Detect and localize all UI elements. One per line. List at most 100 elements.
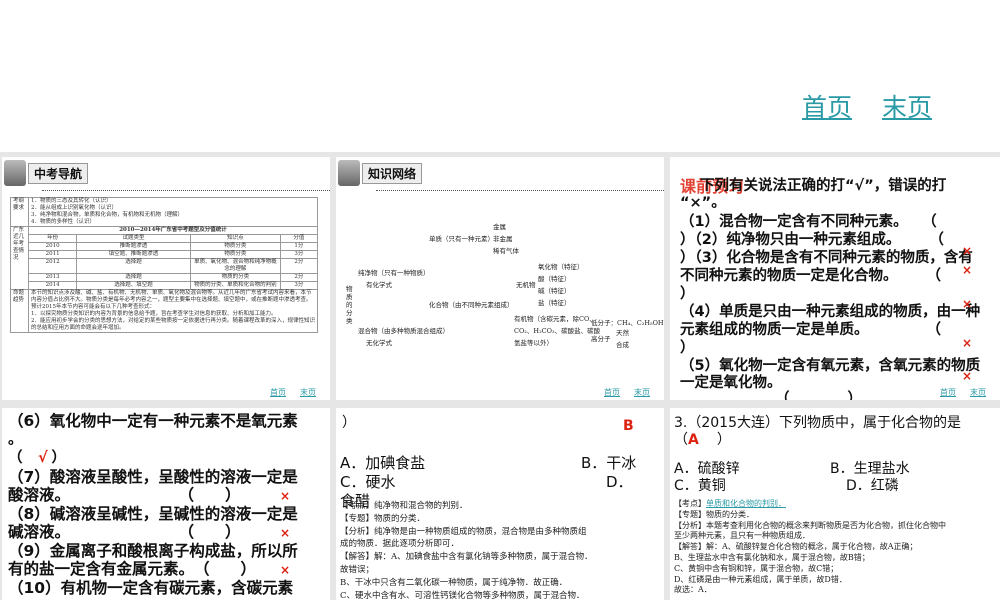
- last-page-link[interactable]: 末页: [882, 93, 932, 122]
- first-page-link[interactable]: 首页: [604, 388, 620, 397]
- cell: 2分: [280, 259, 317, 274]
- slide-question-2[interactable]: ） B A．加碘食盐 B．干冰 C．硬水 D． 食醋 【考点】纯净物和混合物的判…: [336, 408, 664, 600]
- tree-node: 单质（只有一种元素）: [429, 233, 494, 243]
- text-line: （ ）: [8, 449, 66, 468]
- first-page-link[interactable]: 首页: [940, 388, 956, 397]
- table-row: 2013选择题物质的分类2分: [11, 274, 318, 282]
- tree-node: 氢盐等以外）: [514, 337, 553, 347]
- cell: 2分: [280, 274, 317, 282]
- slide-preview-questions[interactable]: 课前预习 下列有关说法正确的打“√”，错误的打 “×”。 （1）混合物一定含有不…: [670, 157, 1000, 400]
- text-line: （1）混合物一定含有不同种元素。 （: [680, 213, 937, 232]
- cell: 2013: [29, 274, 77, 282]
- answer-mark: B: [623, 418, 634, 434]
- analysis-line: 【专题】物质的分类．: [340, 513, 593, 526]
- last-page-link[interactable]: 末页: [634, 388, 650, 397]
- answer-mark: ×: [962, 295, 972, 314]
- pushpin-icon: [4, 160, 26, 186]
- option: C．硬水: [340, 471, 395, 492]
- tree-node: 有机物（含碳元素，除CO、: [514, 313, 596, 323]
- last-page-link[interactable]: 末页: [300, 388, 316, 397]
- tree-node: 无化学式: [366, 337, 392, 347]
- col-header: 年份: [29, 235, 77, 243]
- slide-nav: 首页 末页: [256, 387, 316, 398]
- tree-node: CO₂、H₂CO₃、碳酸盐、碳酸: [514, 325, 600, 335]
- header-title: 知识网络: [362, 163, 422, 184]
- slide-preview-questions-2[interactable]: （6）氧化物中一定有一种元素不是氧元素 。 （ ） （7）酸溶液呈酸性，呈酸性的…: [2, 408, 330, 600]
- analysis-label: 【考点】: [674, 499, 706, 508]
- top-area: 首页 末页: [0, 0, 1000, 152]
- cell: 选择题、填空题: [77, 282, 191, 290]
- tree-node: 氧化物（特征）: [538, 261, 584, 271]
- table-row: 2010推断题渗透物质分类1分: [11, 243, 318, 251]
- paragraph: 2．能应用初步学会的分类的思想方法，对给定的某些物质按一定依据进行再分类。随着课…: [31, 318, 315, 332]
- tree-root: 物质的分类: [346, 285, 354, 325]
- slide-grid: 中考导航 考纲要求 1．物质的三态及其转化（认识）2．能从组成上识别氧化物（认识…: [0, 152, 1000, 600]
- slide-question-3[interactable]: 3.（2015大连）下列物质中，属于化合物的是 （A） A．硫酸锌 B．生理盐水…: [670, 408, 1000, 600]
- tree-node: 低分子：CH₄、C₂H₅OH 等: [591, 317, 664, 327]
- magnifier-books-icon: [338, 160, 360, 186]
- answer-mark: ×: [280, 524, 290, 543]
- tree-node: 高分子: [591, 333, 611, 343]
- cell: 2011: [29, 251, 77, 259]
- text-line: 有的盐一定含有金属元素。 （ ）: [8, 560, 256, 579]
- tree-node: 有化学式: [366, 279, 392, 289]
- text-line: 碱溶液。 （ ）: [8, 523, 241, 542]
- divider: [42, 190, 330, 191]
- last-page-link[interactable]: 末页: [970, 388, 986, 397]
- cell: 物质的分类: [190, 274, 280, 282]
- tree-node: 天然: [616, 327, 629, 337]
- tree-node: 混合物（由多种物质混合组成）: [358, 325, 449, 335]
- analysis-line: C、硬水中含有水、可溶性钙镁化合物等多种物质，属于混合物．: [340, 590, 593, 600]
- text-line: ）（3）化合物是含有不同种元素的物质，含有: [680, 249, 973, 268]
- first-page-link[interactable]: 首页: [802, 93, 852, 122]
- cell: 选择题: [77, 274, 191, 282]
- tree-node: 碱（特征）: [538, 285, 571, 295]
- slide-header: 知识网络: [338, 159, 422, 187]
- header-title: 中考导航: [28, 163, 88, 184]
- item: 4．物质的多样性（认识）: [31, 219, 315, 226]
- option: D．: [606, 471, 633, 492]
- row-label: 命题趋势: [11, 290, 29, 333]
- table-row: 2012选择题单质、氧化物、混合物和纯净物概念的理解2分: [11, 259, 318, 274]
- table-row: 2014选择题、填空题物质的分类、单质和化合物的判别3分: [11, 282, 318, 290]
- option: C．黄铜: [674, 475, 726, 495]
- analysis-line: B、干冰中只含有二氧化碳一种物质，属于纯净物．故正确．: [340, 577, 593, 590]
- text-line: （6）氧化物中一定有一种元素不是氧元素: [8, 412, 298, 431]
- slide-nav: 首页 末页: [926, 387, 986, 398]
- item: 3．纯净物和混合物，单质和化合物，有机物和无机物（理解）: [31, 212, 315, 219]
- item: 2．能从组成上识别氧化物（认识）: [31, 205, 315, 212]
- analysis-line: 【解答】解：A、加碘食盐中含有氯化钠等多种物质，属于混合物．: [340, 551, 593, 564]
- answer-mark: ×: [280, 487, 290, 506]
- text-line: 酸溶液。 （ ）: [8, 486, 241, 505]
- option: B．干冰: [581, 452, 636, 473]
- first-page-link[interactable]: 首页: [270, 388, 286, 397]
- divider: [376, 190, 664, 191]
- cell: 物质分类: [190, 251, 280, 259]
- tree-node: 纯净物（只有一种物质）: [358, 267, 430, 277]
- item: 1．物质的三态及其转化（认识）: [31, 198, 315, 205]
- analysis-line: C、黄铜中含有铜和锌，属于混合物，故C错；: [674, 564, 946, 575]
- cell: 选择题: [77, 259, 191, 274]
- cell: 2012: [29, 259, 77, 274]
- text-line: ）（2）纯净物只由一种元素组成。 （: [680, 231, 944, 250]
- col-header: 知识点: [190, 235, 280, 243]
- answer-mark: A: [688, 432, 699, 448]
- analysis-line: 【考点】纯净物和混合物的判别．: [340, 500, 593, 513]
- slide-knowledge-network[interactable]: 知识网络 物质的分类 纯净物（只有一种物质） 有化学式 混合物（由多种物质混合组…: [336, 157, 664, 400]
- tree-node: 无机物: [516, 279, 536, 289]
- paragraph: 预计2015年本节内容可能会有以下几种考查形式：: [31, 304, 315, 311]
- cell: 2014: [29, 282, 77, 290]
- slide-exam-guide[interactable]: 中考导航 考纲要求 1．物质的三态及其转化（认识）2．能从组成上识别氧化物（认识…: [2, 157, 330, 400]
- exam-table: 考纲要求 1．物质的三态及其转化（认识）2．能从组成上识别氧化物（认识）3．纯净…: [10, 197, 318, 333]
- paragraph: 1．以探究物质分类知识的内容为背景的信息给予题，旨在考查学生对信息的获取、分析和…: [31, 311, 315, 318]
- cell: 物质的分类、单质和化合物的判别: [190, 282, 280, 290]
- analysis-line: 故错误；: [340, 564, 593, 577]
- analysis-line: 故选：A．: [674, 585, 946, 596]
- col-header: 分值: [280, 235, 317, 243]
- text-line: （9）金属离子和酸根离子构成盐，所以所: [8, 542, 298, 561]
- topic-link[interactable]: 单质和化合物的判别．: [706, 499, 786, 508]
- text-line: ）: [680, 285, 695, 304]
- col-header: 试题类型: [77, 235, 191, 243]
- table-title: 2010—2014年广东省中考题型及分值统计: [29, 227, 318, 235]
- text-line: 。: [8, 431, 23, 450]
